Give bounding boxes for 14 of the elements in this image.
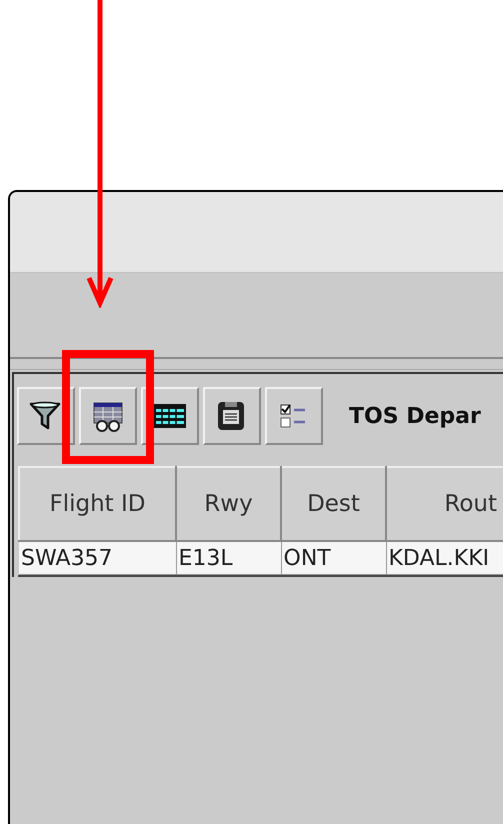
binoculars-table-icon [91, 400, 125, 432]
save-button[interactable] [203, 387, 261, 445]
find-button[interactable] [79, 387, 137, 445]
column-header[interactable]: Dest [281, 467, 386, 541]
table-cell: ONT [281, 541, 386, 574]
checklist-button[interactable] [265, 387, 323, 445]
table-cell: KDAL.KKI [386, 541, 503, 574]
panel-title: TOS Depar [349, 404, 481, 428]
column-header[interactable]: Rout [386, 467, 503, 541]
table-cell: E13L [176, 541, 281, 574]
table-cell: SWA357 [19, 541, 176, 574]
filter-icon [29, 400, 63, 432]
column-header[interactable]: Rwy [176, 467, 281, 541]
column-header[interactable]: Flight ID [19, 467, 176, 541]
